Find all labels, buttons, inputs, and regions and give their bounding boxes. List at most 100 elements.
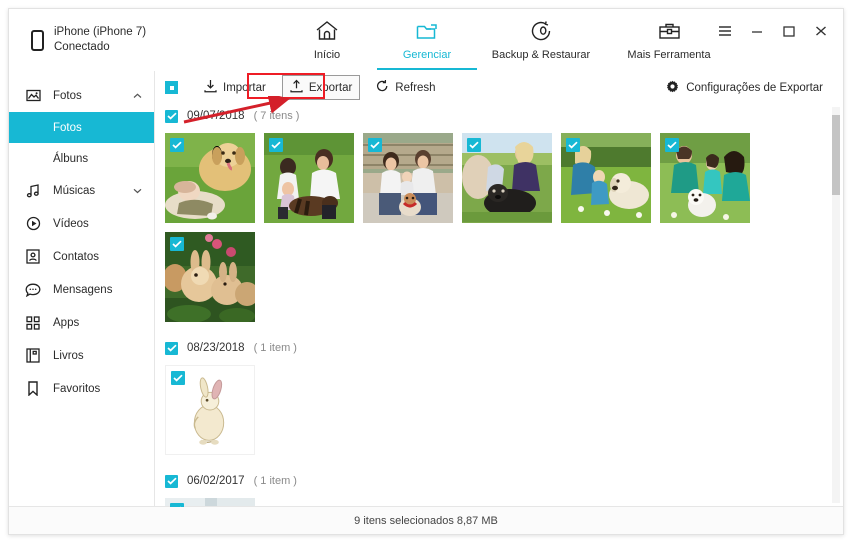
status-bar: 9 itens selecionados 8,87 MB	[9, 506, 843, 534]
window-controls	[717, 23, 829, 39]
vertical-scrollbar-thumb[interactable]	[832, 115, 840, 195]
photo-checkbox[interactable]	[170, 237, 184, 251]
sidebar-item-mensagens[interactable]: Mensagens	[9, 273, 154, 306]
close-icon[interactable]	[813, 23, 829, 39]
backup-restore-icon	[529, 19, 554, 43]
export-button[interactable]: Exportar	[281, 75, 361, 100]
nav-tab-mais-ferramenta[interactable]: Mais Ferramenta	[605, 9, 733, 70]
photo-thumbnail[interactable]	[660, 133, 750, 223]
nav-tab-inicio-label: Início	[313, 49, 341, 61]
minimize-icon[interactable]	[749, 23, 765, 39]
sidebar-item-fotos[interactable]: Fotos	[9, 112, 154, 143]
photo-checkbox[interactable]	[170, 503, 184, 507]
group-count: ( 1 item )	[253, 475, 297, 487]
sidebar: Fotos Fotos Álbuns Músicas Vídeos Contat…	[9, 71, 155, 507]
application-window: iPhone (iPhone 7) Conectado Início Geren…	[8, 8, 844, 535]
vertical-scrollbar-track[interactable]	[832, 107, 840, 503]
folder-icon	[415, 19, 440, 43]
chevron-up-icon[interactable]	[133, 91, 142, 101]
sidebar-item-videos[interactable]: Vídeos	[9, 207, 154, 240]
content-toolbar: Importar Exportar Refresh Configurações …	[155, 71, 843, 104]
sidebar-item-contatos[interactable]: Contatos	[9, 240, 154, 273]
sidebar-group-fotos[interactable]: Fotos	[9, 79, 154, 112]
group-count: ( 7 itens )	[253, 110, 300, 122]
refresh-button[interactable]: Refresh	[368, 75, 443, 100]
book-icon	[23, 348, 43, 363]
export-settings-label: Configurações de Exportar	[686, 81, 823, 94]
home-icon	[315, 19, 339, 43]
sidebar-item-fotos-label: Fotos	[53, 121, 82, 134]
photo-checkbox[interactable]	[467, 138, 481, 152]
group-checkbox[interactable]	[165, 109, 178, 123]
device-name: iPhone (iPhone 7)	[54, 26, 147, 38]
chevron-down-icon[interactable]	[133, 186, 142, 196]
select-all-toggle[interactable]	[165, 81, 178, 94]
import-button-label: Importar	[223, 81, 266, 94]
nav-tab-gerenciar[interactable]: Gerenciar	[377, 9, 477, 70]
photo-icon	[23, 89, 43, 102]
menu-icon[interactable]	[717, 23, 733, 39]
photo-thumbnail[interactable]	[165, 133, 255, 223]
title-bar: iPhone (iPhone 7) Conectado Início Geren…	[9, 9, 843, 72]
sidebar-group-musicas[interactable]: Músicas	[9, 174, 154, 207]
app-root: iPhone (iPhone 7) Conectado Início Geren…	[0, 0, 852, 543]
sidebar-group-fotos-label: Fotos	[53, 89, 82, 102]
photo-group-header: 08/23/2018 ( 1 item )	[155, 336, 843, 360]
maximize-icon[interactable]	[781, 23, 797, 39]
photo-checkbox[interactable]	[171, 371, 185, 385]
import-button[interactable]: Importar	[196, 75, 274, 100]
nav-tab-backup-restaurar-label: Backup & Restaurar	[491, 49, 591, 61]
photo-thumbnail[interactable]	[363, 133, 453, 223]
sidebar-item-contatos-label: Contatos	[53, 250, 100, 263]
sidebar-item-livros-label: Livros	[53, 349, 84, 362]
nav-tab-backup-restaurar[interactable]: Backup & Restaurar	[477, 9, 605, 70]
photo-group-header: 06/02/2017 ( 1 item )	[155, 469, 843, 493]
photo-thumbnail[interactable]	[165, 232, 255, 322]
content-panel: Importar Exportar Refresh Configurações …	[155, 71, 843, 507]
group-date: 08/23/2018	[187, 342, 245, 354]
sidebar-item-mensagens-label: Mensagens	[53, 283, 113, 296]
sidebar-item-apps[interactable]: Apps	[9, 306, 154, 339]
group-date: 06/02/2017	[187, 475, 245, 487]
photo-thumbnail[interactable]	[561, 133, 651, 223]
sidebar-item-favoritos[interactable]: Favoritos	[9, 372, 154, 405]
photo-scroll-area[interactable]: 09/07/2018 ( 7 itens ) 08/23/2018 (1 it…	[155, 104, 843, 507]
sidebar-group-musicas-label: Músicas	[53, 184, 96, 197]
photo-grid	[155, 493, 843, 507]
sidebar-item-apps-label: Apps	[53, 316, 80, 329]
group-checkbox[interactable]	[165, 341, 178, 355]
photo-thumbnail[interactable]	[462, 133, 552, 223]
sidebar-item-albuns[interactable]: Álbuns	[9, 143, 154, 174]
photo-checkbox[interactable]	[665, 138, 679, 152]
toolbox-icon	[657, 19, 682, 43]
photo-grid	[155, 360, 843, 455]
sidebar-item-favoritos-label: Favoritos	[53, 382, 101, 395]
music-note-icon	[23, 183, 43, 198]
export-settings-button[interactable]: Configurações de Exportar	[666, 80, 823, 96]
photo-grid	[155, 128, 843, 322]
nav-tab-inicio[interactable]: Início	[277, 9, 377, 70]
photo-checkbox[interactable]	[269, 138, 283, 152]
gear-icon	[666, 80, 679, 96]
sidebar-item-videos-label: Vídeos	[53, 217, 89, 230]
photo-thumbnail[interactable]	[264, 133, 354, 223]
group-checkbox[interactable]	[165, 474, 178, 488]
video-play-icon	[23, 216, 43, 231]
sidebar-item-albuns-label: Álbuns	[53, 152, 89, 165]
contact-icon	[23, 249, 43, 264]
bookmark-icon	[23, 381, 43, 396]
device-status: Conectado	[54, 41, 110, 53]
nav-tab-mais-ferramenta-label: Mais Ferramenta	[627, 49, 711, 61]
export-icon	[290, 79, 303, 96]
photo-thumbnail[interactable]	[165, 365, 255, 455]
import-icon	[204, 79, 217, 96]
apps-grid-icon	[23, 315, 43, 330]
message-bubble-icon	[23, 283, 43, 297]
photo-checkbox[interactable]	[566, 138, 580, 152]
nav-tab-gerenciar-label: Gerenciar	[402, 49, 452, 61]
group-date: 09/07/2018	[187, 110, 245, 122]
photo-checkbox[interactable]	[368, 138, 382, 152]
export-button-label: Exportar	[308, 81, 353, 94]
sidebar-item-livros[interactable]: Livros	[9, 339, 154, 372]
photo-checkbox[interactable]	[170, 138, 184, 152]
